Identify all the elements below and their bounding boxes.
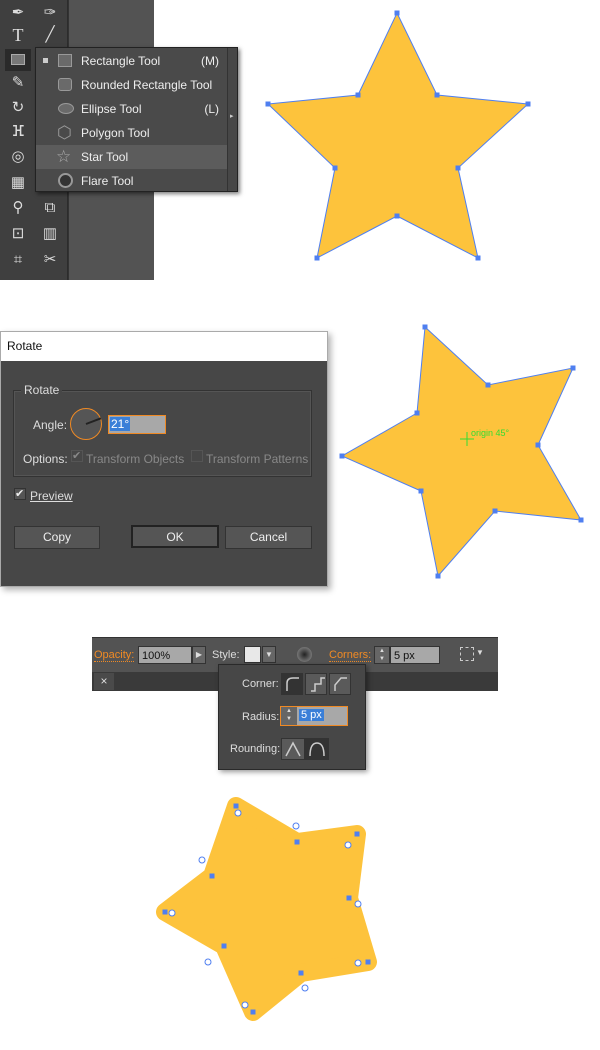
anchor-point[interactable] [475, 255, 481, 261]
anchor-point[interactable] [434, 92, 440, 98]
origin-label: origin 45° [471, 428, 510, 438]
anchor-point[interactable] [414, 410, 420, 416]
angle-input[interactable]: 21° [108, 415, 166, 434]
corners-input[interactable]: 5 px [390, 646, 440, 664]
anchor-point[interactable] [162, 909, 168, 915]
radius-input[interactable]: ▲ ▼ 5 px [280, 706, 348, 726]
transform-patterns-checkbox[interactable] [191, 450, 203, 462]
corner-widget[interactable] [204, 958, 212, 966]
anchor-point[interactable] [525, 101, 531, 107]
anchor-point[interactable] [339, 453, 345, 459]
corner-widget[interactable] [301, 984, 309, 992]
anchor-point[interactable] [394, 213, 400, 219]
opacity-input[interactable]: 100% [138, 646, 192, 664]
cancel-button[interactable]: Cancel [225, 526, 312, 549]
angle-dial[interactable] [70, 408, 102, 440]
style-swatch[interactable] [244, 646, 261, 663]
rounded-star-shape[interactable] [156, 797, 377, 1021]
anchor-point[interactable] [298, 970, 304, 976]
anchor-point[interactable] [250, 1009, 256, 1015]
corner-widget[interactable] [292, 822, 300, 830]
anchor-point[interactable] [365, 959, 371, 965]
recolor-artwork-icon[interactable] [297, 647, 312, 662]
corner-type-icons [286, 677, 347, 692]
anchor-point[interactable] [354, 831, 360, 837]
anchor-point[interactable] [355, 92, 361, 98]
anchor-point[interactable] [294, 839, 300, 845]
corners-label[interactable]: Corners: [329, 649, 372, 662]
transform-objects-label: Transform Objects [86, 452, 185, 466]
anchor-point[interactable] [314, 255, 320, 261]
anchor-point[interactable] [221, 943, 227, 949]
anchor-point[interactable] [485, 382, 491, 388]
corners-stepper[interactable]: ▲ ▼ [374, 646, 390, 664]
ok-button[interactable]: OK [131, 525, 219, 548]
anchor-point[interactable] [346, 895, 352, 901]
close-tab-button[interactable]: × [94, 673, 114, 690]
transform-icon[interactable] [460, 647, 474, 661]
style-label: Style: [212, 649, 240, 661]
style-dropdown-icon[interactable]: ▼ [262, 646, 276, 663]
anchor-point[interactable] [265, 101, 271, 107]
anchor-point[interactable] [455, 165, 461, 171]
corner-options-popup: Corner: Radius: ▲ ▼ 5 px Rounding: [218, 664, 366, 770]
anchor-point[interactable] [418, 488, 424, 494]
rotate-dialog: Rotate Rotate Angle: 21° Options: ✔ Tran… [0, 331, 328, 587]
options-label: Options: [23, 452, 68, 466]
corner-widget[interactable] [198, 856, 206, 864]
anchor-point[interactable] [578, 517, 584, 523]
rounding-icons [285, 741, 325, 757]
corner-widget[interactable] [354, 959, 362, 967]
anchor-point[interactable] [435, 573, 441, 579]
anchor-point[interactable] [422, 324, 428, 330]
group-label: Rotate [21, 383, 63, 397]
dialog-title: Rotate [1, 332, 327, 361]
preview-label: Preview [30, 489, 73, 503]
transform-patterns-label: Transform Patterns [206, 452, 309, 466]
star-shape[interactable] [266, 11, 530, 259]
corner-widget[interactable] [354, 900, 362, 908]
anchor-point[interactable] [394, 10, 400, 16]
radius-label: Radius: [242, 711, 280, 723]
corner-label: Corner: [242, 678, 279, 690]
radius-stepper[interactable]: ▲ ▼ [281, 707, 297, 725]
corner-widget[interactable] [344, 841, 352, 849]
angle-label: Angle: [33, 418, 68, 432]
corner-widget[interactable] [234, 809, 242, 817]
corner-widget[interactable] [168, 909, 176, 917]
rounding-label: Rounding: [230, 743, 281, 755]
rotated-star-shape[interactable] [340, 325, 582, 578]
anchor-point[interactable] [535, 442, 541, 448]
preview-checkbox[interactable]: ✔ [14, 488, 26, 500]
opacity-label[interactable]: Opacity: [94, 649, 135, 662]
copy-button[interactable]: Copy [14, 526, 100, 549]
opacity-arrow-button[interactable]: ▶ [192, 646, 206, 664]
anchor-point[interactable] [332, 165, 338, 171]
anchor-point[interactable] [570, 365, 576, 371]
corner-widget[interactable] [241, 1001, 249, 1009]
anchor-point[interactable] [209, 873, 215, 879]
anchor-point[interactable] [492, 508, 498, 514]
anchor-point[interactable] [233, 803, 239, 809]
transform-objects-checkbox[interactable]: ✔ [71, 450, 83, 462]
transform-dropdown-icon[interactable]: ▼ [476, 648, 484, 657]
